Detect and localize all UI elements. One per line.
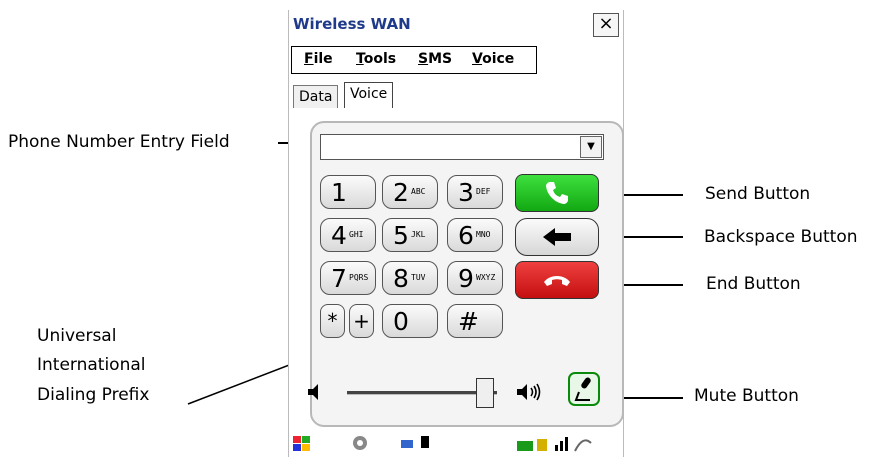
network-icon[interactable] — [399, 434, 433, 452]
key-5[interactable]: 5 JKL — [382, 218, 438, 252]
key-3-digit: 3 — [458, 178, 474, 207]
left-arrow-icon — [543, 228, 571, 246]
menu-sms-rest: MS — [428, 51, 453, 67]
key-7[interactable]: 7 PQRS — [320, 261, 376, 295]
key-1[interactable]: 1 — [320, 175, 376, 209]
volume-track — [347, 391, 497, 395]
key-4[interactable]: 4 GHI — [320, 218, 376, 252]
backspace-button[interactable] — [515, 218, 599, 256]
send-button[interactable] — [515, 174, 599, 212]
key-0-digit: 0 — [393, 307, 409, 336]
key-8-digit: 8 — [393, 264, 409, 293]
window-title: Wireless WAN — [293, 15, 411, 33]
key-plus[interactable]: + — [349, 304, 374, 338]
title-bar: Wireless WAN × — [289, 10, 623, 38]
hang-up-icon — [544, 276, 570, 286]
key-6-letters: MNO — [476, 230, 491, 239]
speaker-low-icon — [308, 384, 318, 400]
mute-button[interactable] — [568, 372, 600, 406]
key-0[interactable]: 0 — [382, 304, 438, 338]
key-2[interactable]: 2 ABC — [382, 175, 438, 209]
key-star[interactable]: * — [320, 304, 345, 338]
tab-voice[interactable]: Voice — [344, 82, 394, 108]
dropdown-arrow-icon[interactable]: ▼ — [580, 136, 602, 158]
menu-file-rest: ile — [313, 51, 333, 67]
key-9-letters: WXYZ — [476, 273, 496, 282]
key-2-digit: 2 — [393, 178, 409, 207]
key-8-letters: TUV — [411, 273, 426, 282]
key-4-letters: GHI — [349, 230, 364, 239]
key-5-digit: 5 — [393, 221, 409, 250]
phone-number-field[interactable]: ▼ — [320, 134, 604, 160]
close-icon: × — [598, 13, 614, 34]
end-button[interactable] — [515, 261, 599, 299]
key-6-digit: 6 — [458, 221, 474, 250]
key-8[interactable]: 8 TUV — [382, 261, 438, 295]
tab-strip: Data Voice — [289, 78, 623, 108]
menu-sms[interactable]: SMS — [418, 51, 452, 67]
taskbar-app-icon[interactable] — [351, 434, 369, 452]
key-3-letters: DEF — [476, 187, 491, 196]
callout-mute: Mute Button — [694, 386, 799, 406]
tab-data[interactable]: Data — [293, 85, 339, 108]
volume-slider[interactable] — [347, 378, 497, 408]
speaker-high-icon — [517, 383, 541, 401]
wireless-wan-window: Wireless WAN × File Tools SMS Voice Data… — [288, 10, 624, 457]
key-7-letters: PQRS — [349, 273, 369, 282]
callout-line-mute — [621, 397, 683, 399]
key-hash[interactable]: # — [447, 304, 503, 338]
menu-bar: File Tools SMS Voice — [291, 46, 537, 74]
close-button[interactable]: × — [593, 13, 619, 37]
menu-tools-rest: ools — [363, 51, 397, 67]
menu-voice-rest: oice — [482, 51, 515, 67]
menu-file-accel: F — [304, 51, 314, 67]
taskbar-status-icons[interactable] — [517, 433, 617, 455]
key-6[interactable]: 6 MNO — [447, 218, 503, 252]
key-2-letters: ABC — [411, 187, 426, 196]
menu-tools[interactable]: Tools — [356, 51, 396, 67]
key-9-digit: 9 — [458, 264, 474, 293]
key-1-digit: 1 — [331, 178, 347, 207]
microphone-icon — [574, 377, 591, 401]
windows-start-icon[interactable] — [291, 433, 313, 455]
menu-voice[interactable]: Voice — [472, 51, 514, 67]
phone-handset-icon — [546, 182, 568, 204]
key-4-digit: 4 — [331, 221, 347, 250]
key-5-letters: JKL — [411, 230, 426, 239]
menu-sms-accel: S — [418, 51, 429, 67]
key-3[interactable]: 3 DEF — [447, 175, 503, 209]
key-9[interactable]: 9 WXYZ — [447, 261, 503, 295]
key-7-digit: 7 — [331, 264, 347, 293]
key-hash-digit: # — [458, 307, 479, 336]
menu-tools-accel: T — [356, 51, 364, 67]
volume-thumb[interactable] — [476, 378, 494, 408]
menu-file[interactable]: File — [304, 51, 333, 67]
taskbar — [289, 430, 623, 457]
menu-voice-accel: V — [472, 51, 483, 67]
